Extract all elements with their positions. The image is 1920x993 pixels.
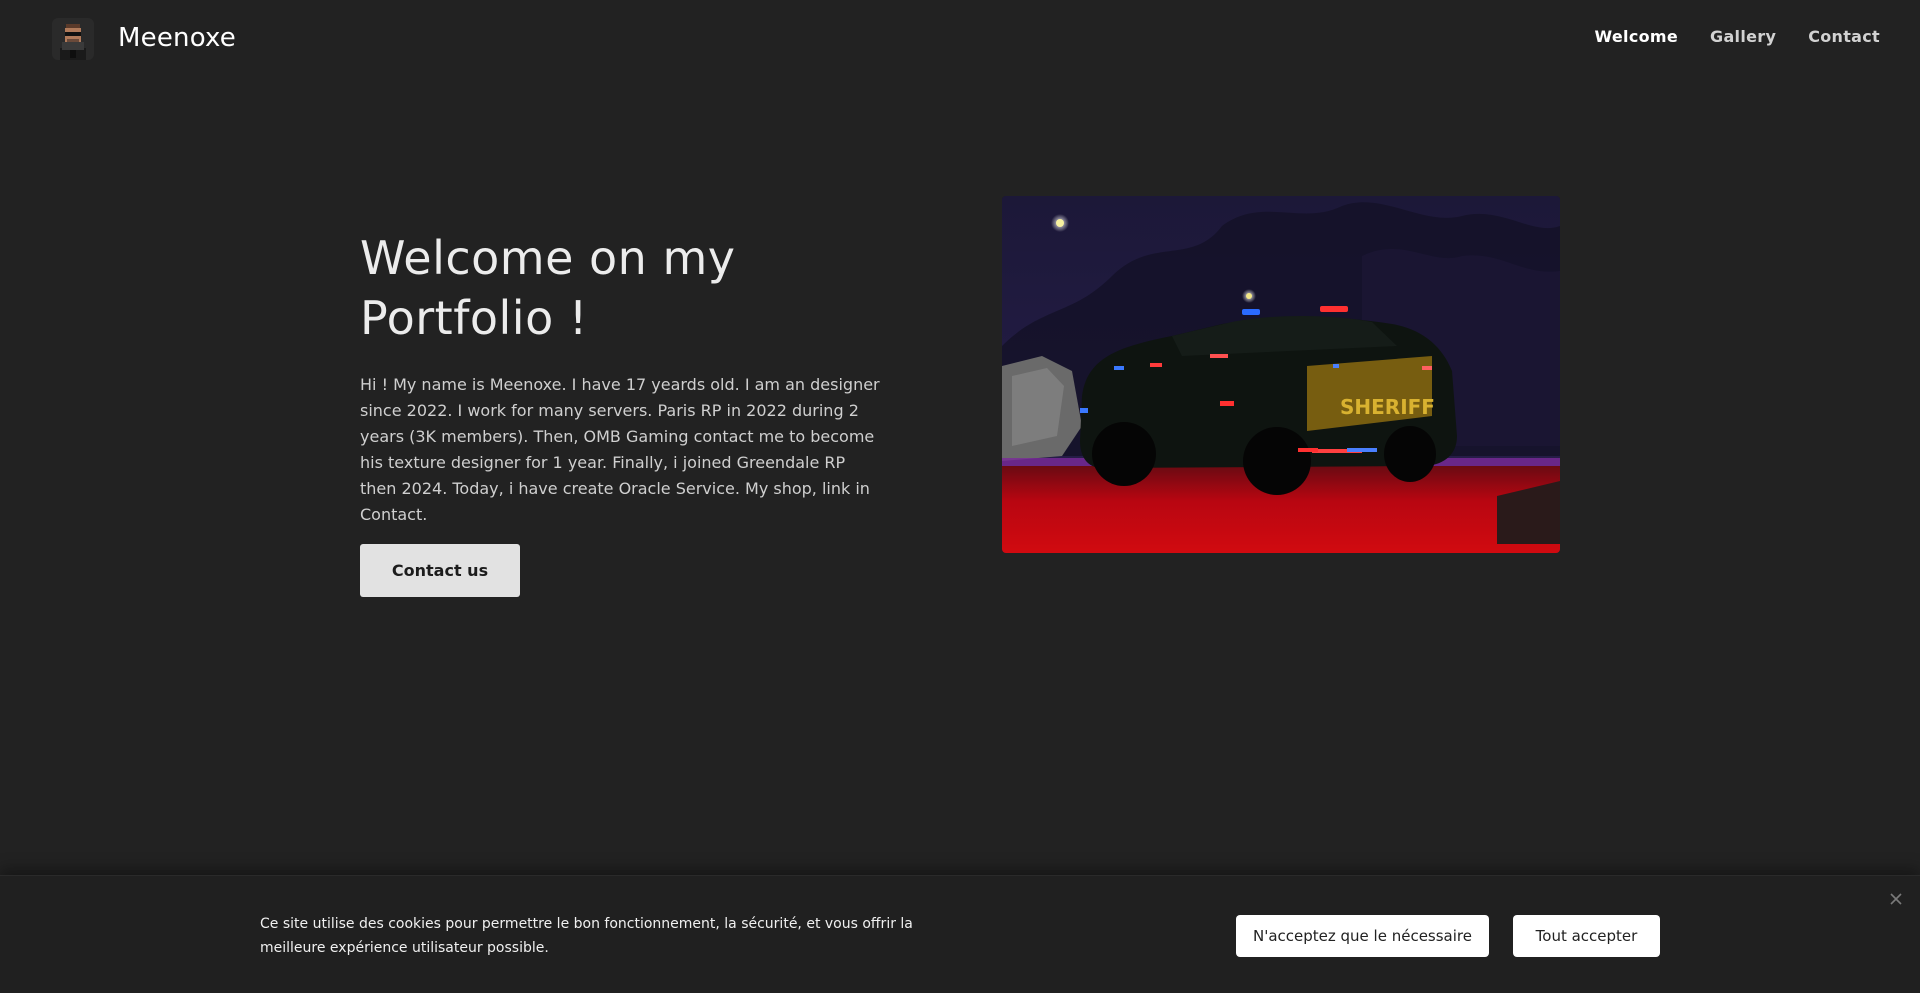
nav-welcome[interactable]: Welcome: [1595, 27, 1679, 46]
avatar-icon[interactable]: [52, 18, 94, 60]
accept-all-button[interactable]: Tout accepter: [1513, 915, 1660, 957]
cookie-text: Ce site utilise des cookies pour permett…: [260, 916, 913, 956]
contact-us-button[interactable]: Contact us: [360, 544, 520, 597]
cookie-banner: Ce site utilise des cookies pour permett…: [0, 875, 1920, 993]
accept-necessary-button[interactable]: N'acceptez que le nécessaire: [1236, 915, 1489, 957]
nav-contact[interactable]: Contact: [1808, 27, 1880, 46]
site-title[interactable]: Meenoxe: [118, 20, 236, 56]
hero-title: Welcome on my Portfolio !: [360, 231, 736, 345]
hero-description: Hi ! My name is Meenoxe. I have 17 yeard…: [360, 375, 880, 524]
hero-image: SHERIFF: [1002, 196, 1560, 553]
site-header: Meenoxe Welcome Gallery Contact: [0, 0, 1920, 78]
close-icon[interactable]: [1886, 891, 1906, 911]
avatar-image: [52, 18, 94, 60]
main-nav: Welcome Gallery Contact: [1563, 27, 1881, 46]
sheriff-car-image: SHERIFF: [1002, 196, 1560, 553]
nav-gallery[interactable]: Gallery: [1710, 27, 1776, 46]
close-icon-glyph: [1890, 893, 1902, 905]
sheriff-decal: SHERIFF: [1340, 395, 1435, 419]
